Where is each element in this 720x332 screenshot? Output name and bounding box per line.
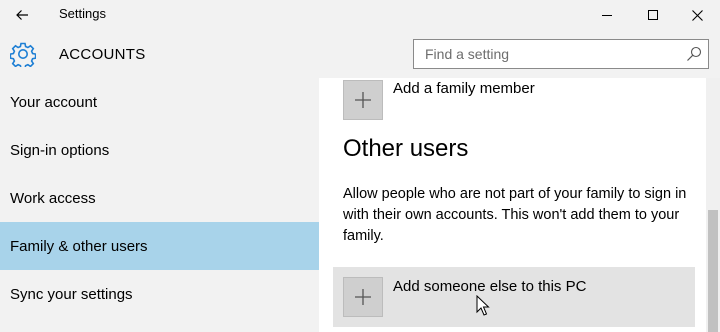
settings-header: ACCOUNTS — [0, 30, 720, 78]
other-users-description: Allow people who are not part of your fa… — [343, 186, 687, 244]
plus-tile — [343, 277, 383, 317]
add-family-member-label: Add a family member — [393, 80, 535, 97]
sidebar-item-sign-in-options[interactable]: Sign-in options — [0, 126, 319, 174]
plus-icon — [355, 92, 371, 108]
minimize-button[interactable] — [584, 0, 630, 30]
sidebar-item-label: Work access — [10, 189, 96, 207]
sidebar-item-label: Sign-in options — [10, 141, 110, 159]
main-content: Add a family member Other users Allow pe… — [319, 78, 706, 332]
sidebar-item-your-account[interactable]: Your account — [0, 78, 319, 126]
search-input[interactable] — [414, 40, 674, 68]
add-someone-else-button[interactable]: Add someone else to this PC — [333, 267, 695, 327]
close-icon — [691, 9, 703, 21]
minimize-icon — [602, 15, 612, 16]
gear-icon — [10, 42, 36, 67]
title-bar: Settings — [0, 0, 720, 30]
sidebar-item-label: Sync your settings — [10, 285, 133, 303]
sidebar-item-sync-settings[interactable]: Sync your settings — [0, 270, 319, 318]
add-someone-else-label: Add someone else to this PC — [393, 278, 587, 295]
search-box[interactable] — [413, 39, 709, 69]
search-icon[interactable] — [686, 46, 702, 62]
settings-window: Settings ACCOUNTS Find a setting Your ac… — [0, 0, 720, 332]
plus-icon — [355, 289, 371, 305]
sidebar-item-family-other-users[interactable]: Family & other users — [0, 222, 319, 270]
maximize-button[interactable] — [630, 0, 676, 30]
close-button[interactable] — [674, 0, 720, 30]
section-title: ACCOUNTS — [59, 46, 146, 63]
other-users-heading: Other users — [343, 135, 469, 162]
maximize-icon — [648, 10, 658, 20]
sidebar-item-work-access[interactable]: Work access — [0, 174, 319, 222]
plus-tile — [343, 80, 383, 120]
back-button[interactable] — [0, 0, 44, 30]
sidebar: Your account Sign-in options Work access… — [0, 78, 319, 332]
sidebar-item-label: Your account — [10, 93, 98, 111]
back-arrow-icon — [16, 10, 28, 20]
sidebar-item-label: Family & other users — [10, 237, 148, 255]
window-title: Settings — [59, 6, 106, 21]
mouse-cursor-icon — [476, 295, 490, 316]
add-family-member-button[interactable]: Add a family member — [333, 78, 695, 130]
scrollbar-thumb[interactable] — [708, 210, 718, 332]
scrollbar[interactable] — [706, 78, 720, 332]
